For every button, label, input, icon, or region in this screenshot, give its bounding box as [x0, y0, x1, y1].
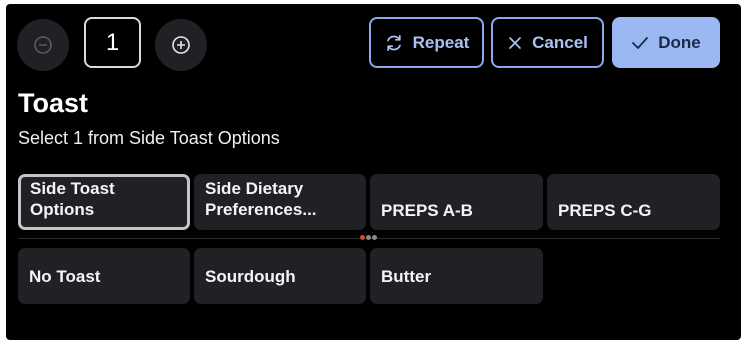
group-tab-label: PREPS C-G [558, 201, 652, 220]
decrement-button[interactable] [17, 19, 69, 71]
done-label: Done [658, 32, 701, 52]
group-tab-side-toast-options[interactable]: Side Toast Options [18, 174, 190, 230]
minus-circle-icon [34, 36, 52, 54]
pager-dots [360, 235, 377, 240]
cancel-button[interactable]: Cancel [491, 17, 604, 68]
repeat-button[interactable]: Repeat [369, 17, 484, 68]
close-icon [509, 36, 521, 49]
quantity-field[interactable]: 1 [84, 17, 141, 68]
modifier-dialog: 1 Repeat Cancel Done Toast Select 1 from… [6, 4, 741, 340]
repeat-label: Repeat [412, 32, 470, 52]
group-tab-preps-c-g[interactable]: PREPS C-G [547, 174, 720, 230]
option-sourdough[interactable]: Sourdough [194, 248, 366, 304]
plus-circle-icon [172, 36, 190, 54]
option-label: Butter [381, 266, 432, 286]
group-tab-label: Side Dietary Preferences... [205, 179, 317, 219]
check-icon [632, 36, 649, 49]
option-label: No Toast [29, 266, 101, 286]
done-button[interactable]: Done [612, 17, 720, 68]
cancel-label: Cancel [532, 32, 588, 52]
group-tab-label: Side Toast Options [30, 179, 115, 219]
selection-instructions: Select 1 from Side Toast Options [18, 128, 280, 148]
option-no-toast[interactable]: No Toast [18, 248, 190, 304]
pager-dot [372, 235, 377, 240]
group-tab-side-dietary-preferences[interactable]: Side Dietary Preferences... [194, 174, 366, 230]
increment-button[interactable] [155, 19, 207, 71]
page-title: Toast [18, 88, 89, 118]
option-butter[interactable]: Butter [370, 248, 543, 304]
group-tab-label: PREPS A-B [381, 201, 473, 220]
group-tab-preps-a-b[interactable]: PREPS A-B [370, 174, 543, 230]
refresh-icon [386, 34, 401, 51]
pager-dot [360, 235, 365, 240]
option-label: Sourdough [205, 266, 296, 286]
pager-dot [366, 235, 371, 240]
